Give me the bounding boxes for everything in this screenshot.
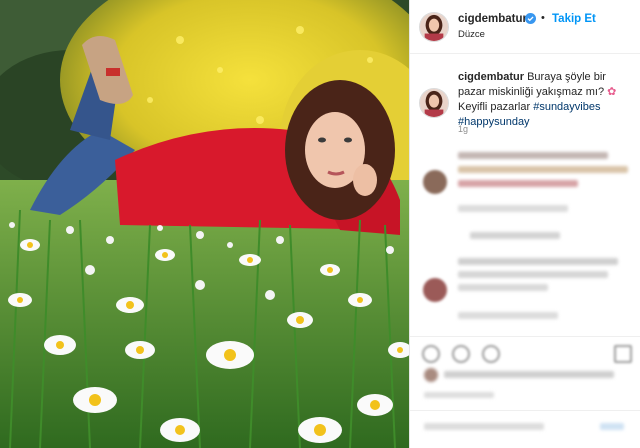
comment-meta [458,312,568,322]
hashtag-link[interactable]: #sundayvibes [533,101,600,113]
follow-button[interactable]: Takip Et [552,13,596,25]
comment-icon[interactable] [452,345,470,363]
hashtag-link[interactable]: #happysunday [458,116,530,128]
comment-meta [458,205,578,215]
post-caption: cigdembatur Buraya şöyle bir pazar miski… [458,70,636,130]
verified-badge-icon [525,13,536,24]
share-icon[interactable] [482,345,500,363]
comment-avatar[interactable] [423,170,447,194]
caption-username[interactable]: cigdembatur [458,71,524,83]
post-photo[interactable] [0,0,409,448]
caption-avatar[interactable] [419,88,449,118]
post-time: 1g [458,124,469,134]
view-replies[interactable] [470,232,560,242]
separator-dot: • [541,12,545,24]
post-header: cigdembatur • Takip Et Düzce [410,0,640,54]
likes-summary[interactable] [424,368,624,388]
heart-icon[interactable] [422,345,440,363]
photo-illustration [0,0,409,448]
username[interactable]: cigdembatur [458,13,527,25]
flower-emoji: ✿ [607,86,617,98]
blurred-comment [458,258,634,298]
caption-text-2: Keyifli pazarlar [458,101,531,113]
post-side-panel: cigdembatur • Takip Et Düzce cigdembatur… [409,0,640,448]
avatar[interactable] [419,12,449,42]
post-date [424,392,504,400]
location-link[interactable]: Düzce [458,29,485,40]
blurred-comment [458,150,634,200]
add-comment-box[interactable] [410,410,640,448]
bookmark-icon[interactable] [614,345,632,363]
comment-avatar[interactable] [423,278,447,302]
comment-input[interactable] [424,423,624,433]
